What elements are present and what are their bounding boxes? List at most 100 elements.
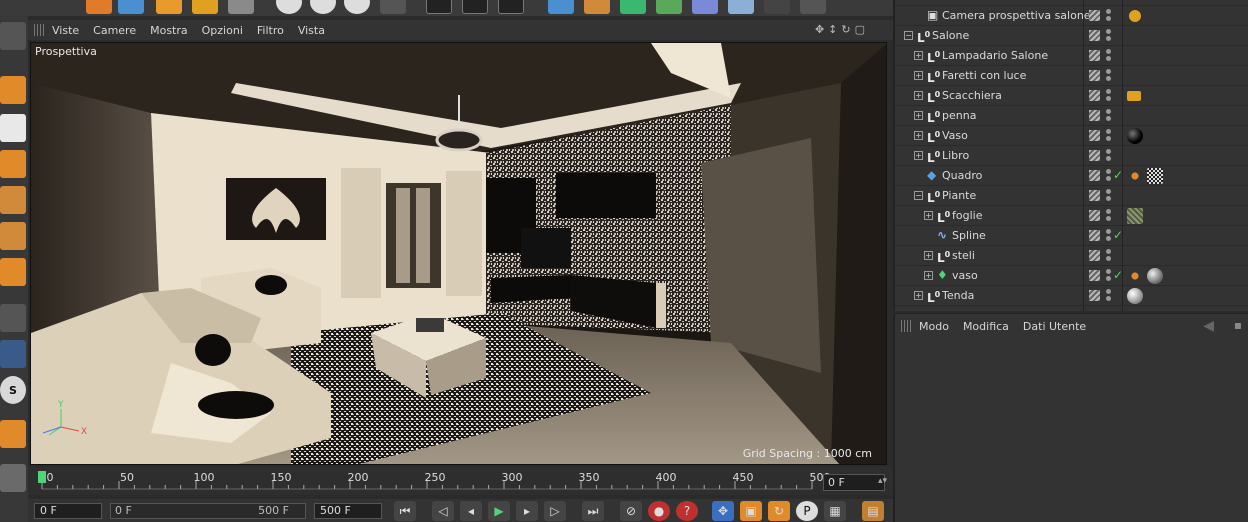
cloner-icon[interactable] — [656, 0, 682, 14]
object-name[interactable]: vaso — [952, 269, 978, 282]
next-key-icon[interactable]: ▷ — [544, 501, 566, 521]
autokey-icon[interactable]: ? — [676, 501, 698, 521]
key-pla-icon[interactable]: ▦ — [824, 501, 846, 521]
layer-visibility-icon[interactable] — [1089, 10, 1100, 21]
undo-icon[interactable] — [86, 0, 112, 14]
y-axis-lock-icon[interactable] — [310, 0, 336, 14]
expand-icon[interactable]: + — [914, 151, 923, 160]
expand-icon[interactable]: + — [914, 91, 923, 100]
pen-tool-icon[interactable] — [584, 0, 610, 14]
object-mode-icon[interactable] — [0, 76, 26, 104]
leaf-material-icon[interactable] — [1127, 208, 1143, 224]
step-forward-icon[interactable]: ▸ — [516, 501, 538, 521]
layer-visibility-icon[interactable] — [1089, 50, 1100, 61]
object-name[interactable]: Lampadario Salone — [942, 49, 1048, 62]
frame-stepper-icon[interactable]: ▴▾ — [878, 476, 887, 486]
layer-visibility-icon[interactable] — [1089, 190, 1100, 201]
object-name[interactable]: Quadro — [942, 169, 982, 182]
scale-tool-icon[interactable] — [156, 0, 182, 14]
menu-opzioni[interactable]: Opzioni — [202, 24, 243, 37]
layer-visibility-icon[interactable] — [1089, 130, 1100, 141]
pan-icon[interactable]: ✥ — [815, 23, 824, 36]
object-name[interactable]: Libro — [942, 149, 969, 162]
layer-visibility-icon[interactable] — [1089, 250, 1100, 261]
object-row[interactable]: + L0 Faretti con luce — [895, 66, 1248, 86]
layer-visibility-icon[interactable] — [1089, 150, 1100, 161]
menu-modo[interactable]: Modo — [919, 320, 949, 333]
zoom-icon[interactable]: ↕ — [828, 23, 837, 36]
step-back-icon[interactable]: ◂ — [460, 501, 482, 521]
object-name[interactable]: Salone — [932, 29, 969, 42]
key-rotation-icon[interactable]: ↻ — [768, 501, 790, 521]
object-name[interactable]: Vaso — [942, 129, 968, 142]
z-axis-lock-icon[interactable] — [344, 0, 370, 14]
timeline-playhead[interactable] — [38, 471, 46, 483]
editor-render-dots-icon[interactable] — [1106, 109, 1112, 123]
editor-render-dots-icon[interactable] — [1106, 189, 1112, 203]
phong-tag-icon[interactable] — [1127, 168, 1143, 184]
object-row[interactable]: + L0 Libro — [895, 146, 1248, 166]
lock-icon[interactable]: ▪ — [1234, 318, 1242, 332]
editor-render-dots-icon[interactable] — [1106, 49, 1112, 63]
grey-material-icon[interactable] — [1147, 268, 1163, 284]
timeline-window-icon[interactable]: ▤ — [862, 501, 884, 521]
magnet-icon[interactable] — [0, 420, 26, 448]
previous-key-icon[interactable]: ◁ — [432, 501, 454, 521]
phong-tag-icon[interactable] — [1127, 268, 1143, 284]
expand-icon[interactable]: + — [924, 251, 933, 260]
layer-visibility-icon[interactable] — [1089, 230, 1100, 241]
record-disabled-icon[interactable]: ⊘ — [620, 501, 642, 521]
drag-grip-icon[interactable] — [34, 24, 44, 36]
polygons-mode-icon[interactable] — [0, 258, 26, 286]
model-mode-icon[interactable] — [0, 22, 26, 50]
render-view-icon[interactable] — [426, 0, 452, 14]
white-material-icon[interactable] — [1127, 288, 1143, 304]
object-row[interactable]: + L0 steli — [895, 246, 1248, 266]
camera-icon[interactable] — [764, 0, 790, 14]
render-settings-icon[interactable] — [498, 0, 524, 14]
no-render-tag-icon[interactable] — [1127, 8, 1143, 24]
object-name[interactable]: foglie — [952, 209, 982, 222]
viewport[interactable]: Y X Prospettiva Grid Spacing : 1000 cm — [30, 42, 887, 465]
object-name[interactable]: Faretti con luce — [942, 69, 1026, 82]
editor-render-dots-icon[interactable] — [1106, 269, 1112, 283]
current-frame-field[interactable]: 0 F — [823, 474, 885, 491]
editor-render-dots-icon[interactable] — [1106, 209, 1112, 223]
tweak-mode-icon[interactable] — [0, 340, 26, 368]
range-slider[interactable]: 0 F 500 F — [110, 503, 306, 519]
expand-icon[interactable]: + — [914, 291, 923, 300]
object-row[interactable]: + L0 Scacchiera — [895, 86, 1248, 106]
object-row[interactable]: − L0 Salone — [895, 26, 1248, 46]
object-row[interactable]: + L0 Tenda — [895, 286, 1248, 306]
editor-render-dots-icon[interactable] — [1106, 229, 1112, 243]
object-name[interactable]: penna — [942, 109, 976, 122]
editor-render-dots-icon[interactable] — [1106, 169, 1112, 183]
object-name[interactable]: Piante — [942, 189, 976, 202]
layer-visibility-icon[interactable] — [1089, 90, 1100, 101]
editor-render-dots-icon[interactable] — [1106, 249, 1112, 263]
light-icon[interactable] — [800, 0, 826, 14]
object-row[interactable]: + L0 foglie — [895, 206, 1248, 226]
editor-render-dots-icon[interactable] — [1106, 29, 1112, 43]
cube-primitive-icon[interactable] — [548, 0, 574, 14]
floor-icon[interactable] — [728, 0, 754, 14]
object-row[interactable]: ◆ Quadro ✓ — [895, 166, 1248, 186]
snap-icon[interactable]: S — [0, 376, 26, 404]
checker-icon[interactable] — [0, 464, 26, 492]
layer-visibility-icon[interactable] — [1089, 270, 1100, 281]
texture-mode-icon[interactable] — [0, 114, 26, 142]
expand-icon[interactable]: + — [914, 71, 923, 80]
object-row[interactable]: + L0 Lampadario Salone — [895, 46, 1248, 66]
object-name[interactable]: Scacchiera — [942, 89, 1002, 102]
object-row[interactable]: − L0 Piante — [895, 186, 1248, 206]
maximize-icon[interactable]: ▢ — [855, 23, 865, 36]
expand-icon[interactable]: + — [924, 211, 933, 220]
menu-filtro[interactable]: Filtro — [257, 24, 284, 37]
menu-modifica[interactable]: Modifica — [963, 320, 1009, 333]
key-position-icon[interactable]: ✥ — [712, 501, 734, 521]
menu-camere[interactable]: Camere — [93, 24, 136, 37]
expand-icon[interactable]: + — [914, 111, 923, 120]
x-axis-lock-icon[interactable] — [276, 0, 302, 14]
editor-render-dots-icon[interactable] — [1106, 289, 1112, 303]
editor-render-dots-icon[interactable] — [1106, 149, 1112, 163]
